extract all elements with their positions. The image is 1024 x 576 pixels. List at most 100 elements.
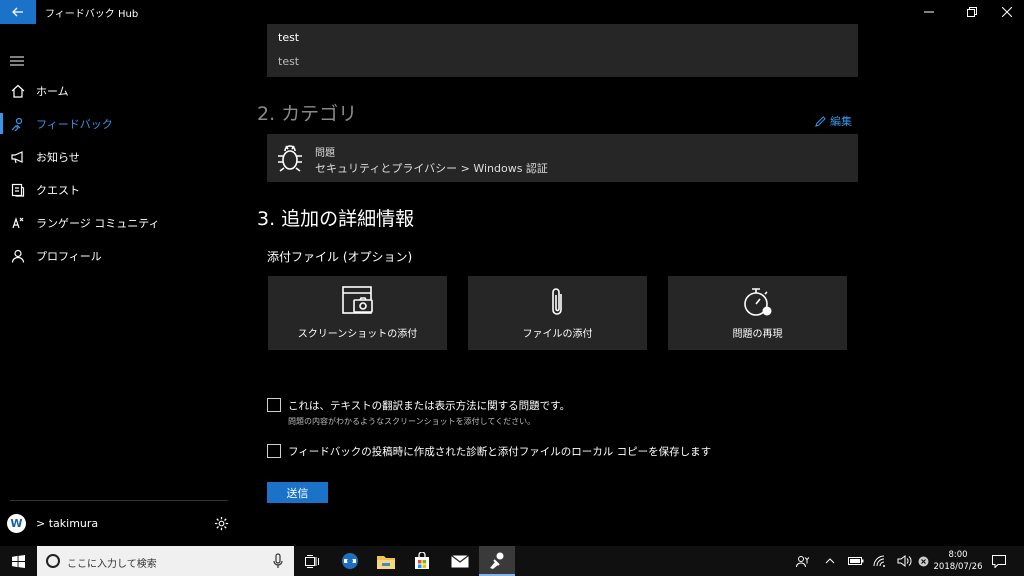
screenshot-icon [341,286,373,314]
attach-file-label: ファイルの添付 [522,329,593,340]
cortana-icon [46,554,60,568]
attachments-heading: 添付ファイル (オプション) [267,250,413,264]
translation-issue-checkbox[interactable] [267,398,281,412]
category-heading: 2. カテゴリ [257,103,358,125]
settings-button[interactable] [214,516,229,535]
attach-screenshot-label: スクリーンショットの添付 [297,329,418,340]
sidebar-item-label: フィードバック [36,117,113,131]
sidebar-item-feedback[interactable]: フィードバック [0,107,240,140]
reproduce-problem-button[interactable]: 問題の再現 [668,276,847,350]
language-icon [12,216,24,228]
microphone-icon [273,553,283,568]
save-local-copy-label: フィードバックの投稿時に作成された診断と添付ファイルのローカル コピーを保存しま… [288,446,712,458]
action-center-button[interactable] [988,546,1010,576]
store-icon [415,552,429,569]
sidebar-item-label: ランゲージ コミュニティ [36,216,160,230]
sidebar-item-label: ホーム [36,84,69,98]
paperclip-icon [551,288,562,315]
clock-time: 8:00 [948,550,968,560]
close-circle-icon [918,556,928,566]
category-path: セキュリティとプライバシー > Windows 認証 [315,162,548,175]
app-title: フィードバック Hub [45,9,139,20]
summary-title: test [278,31,300,44]
avatar: W [7,514,26,533]
sidebar-item-label: クエスト [36,183,80,197]
back-button[interactable] [0,0,36,24]
save-local-copy-checkbox[interactable] [267,444,281,458]
sidebar-item-news[interactable]: お知らせ [0,140,240,173]
task-view-button[interactable] [294,546,330,576]
reproduce-problem-label: 問題の再現 [732,329,783,340]
battery-status[interactable] [846,546,866,576]
summary-description: test [278,55,300,68]
browser-icon [342,553,358,569]
taskbar: ここに入力して検索 8:00 2018/07/26 [0,546,1024,576]
restore-button[interactable] [955,0,989,24]
people-icon [796,555,810,567]
battery-icon [848,557,864,565]
minimize-button[interactable] [912,0,946,24]
taskbar-app-browser[interactable] [332,546,368,576]
task-view-icon [304,554,319,568]
details-heading: 3. 追加の詳細情報 [257,208,415,230]
taskbar-clock[interactable]: 8:00 2018/07/26 [932,549,984,573]
taskbar-app-file-explorer[interactable] [368,546,404,576]
hamburger-menu-button[interactable] [10,51,26,66]
close-button[interactable] [990,0,1024,24]
stopwatch-icon [743,288,771,316]
sidebar-item-profile[interactable]: プロフィール [0,239,240,272]
volume-control[interactable] [894,546,914,576]
attach-screenshot-button[interactable]: スクリーンショットの添付 [268,276,447,350]
close-icon [1002,7,1012,17]
feedback-icon [11,117,23,131]
title-bar: フィードバック Hub [0,0,1024,24]
mail-icon [451,554,469,567]
summary-card: test test [267,24,858,77]
minimize-icon [924,11,934,13]
chevron-up-icon [825,558,835,564]
home-icon [11,84,25,98]
megaphone-icon [11,150,23,163]
search-placeholder: ここに入力して検索 [67,559,157,570]
bug-icon [278,145,302,172]
sidebar-item-label: お知らせ [36,150,80,164]
taskbar-app-feedback-hub[interactable] [479,546,515,576]
sidebar-item-quests[interactable]: クエスト [0,173,240,206]
category-type: 問題 [315,148,335,159]
taskbar-app-store[interactable] [404,546,440,576]
taskbar-app-mail[interactable] [442,546,478,576]
user-name: > takimura [36,517,99,530]
sidebar-item-language-community[interactable]: ランゲージ コミュニティ [0,206,240,239]
sidebar-item-home[interactable]: ホーム [0,74,240,107]
translation-issue-label: これは、テキストの翻訳または表示方法に関する問題です。 [288,400,571,412]
sidebar-item-label: プロフィール [36,249,102,263]
hamburger-icon [10,56,24,66]
folder-icon [377,555,395,569]
windows-logo-icon [11,554,25,568]
clock-date: 2018/07/26 [933,562,983,572]
category-card: 問題 セキュリティとプライバシー > Windows 認証 [267,134,858,182]
speaker-icon [897,555,911,567]
pencil-icon [815,115,826,127]
person-icon [11,249,25,263]
attach-file-button[interactable]: ファイルの添付 [468,276,647,350]
translation-issue-sublabel: 問題の内容がわかるようなスクリーンショットを添付してください。 [288,417,536,426]
people-button[interactable] [793,546,813,576]
start-button[interactable] [0,546,36,576]
sidebar: ホーム フィードバック お知らせ クエスト ランゲージ コミュニティ プロフィー… [0,24,240,546]
user-account-row[interactable]: W > takimura [0,511,240,537]
gear-icon [214,516,229,531]
sidebar-divider [10,500,228,501]
action-center-icon [992,554,1006,568]
arrow-left-icon [12,7,23,17]
feedback-hub-icon [490,552,504,569]
main-content: test test 2. カテゴリ 編集 問題 セキュリティとプライバシー > … [240,24,1024,546]
taskbar-search-box[interactable]: ここに入力して検索 [37,546,294,576]
notification-status[interactable] [914,546,932,576]
edit-category-link[interactable]: 編集 [815,113,852,129]
network-status[interactable] [870,546,890,576]
edit-label: 編集 [830,115,852,128]
wifi-icon [873,555,885,567]
show-hidden-icons-button[interactable] [822,546,838,576]
submit-button[interactable]: 送信 [267,482,328,503]
